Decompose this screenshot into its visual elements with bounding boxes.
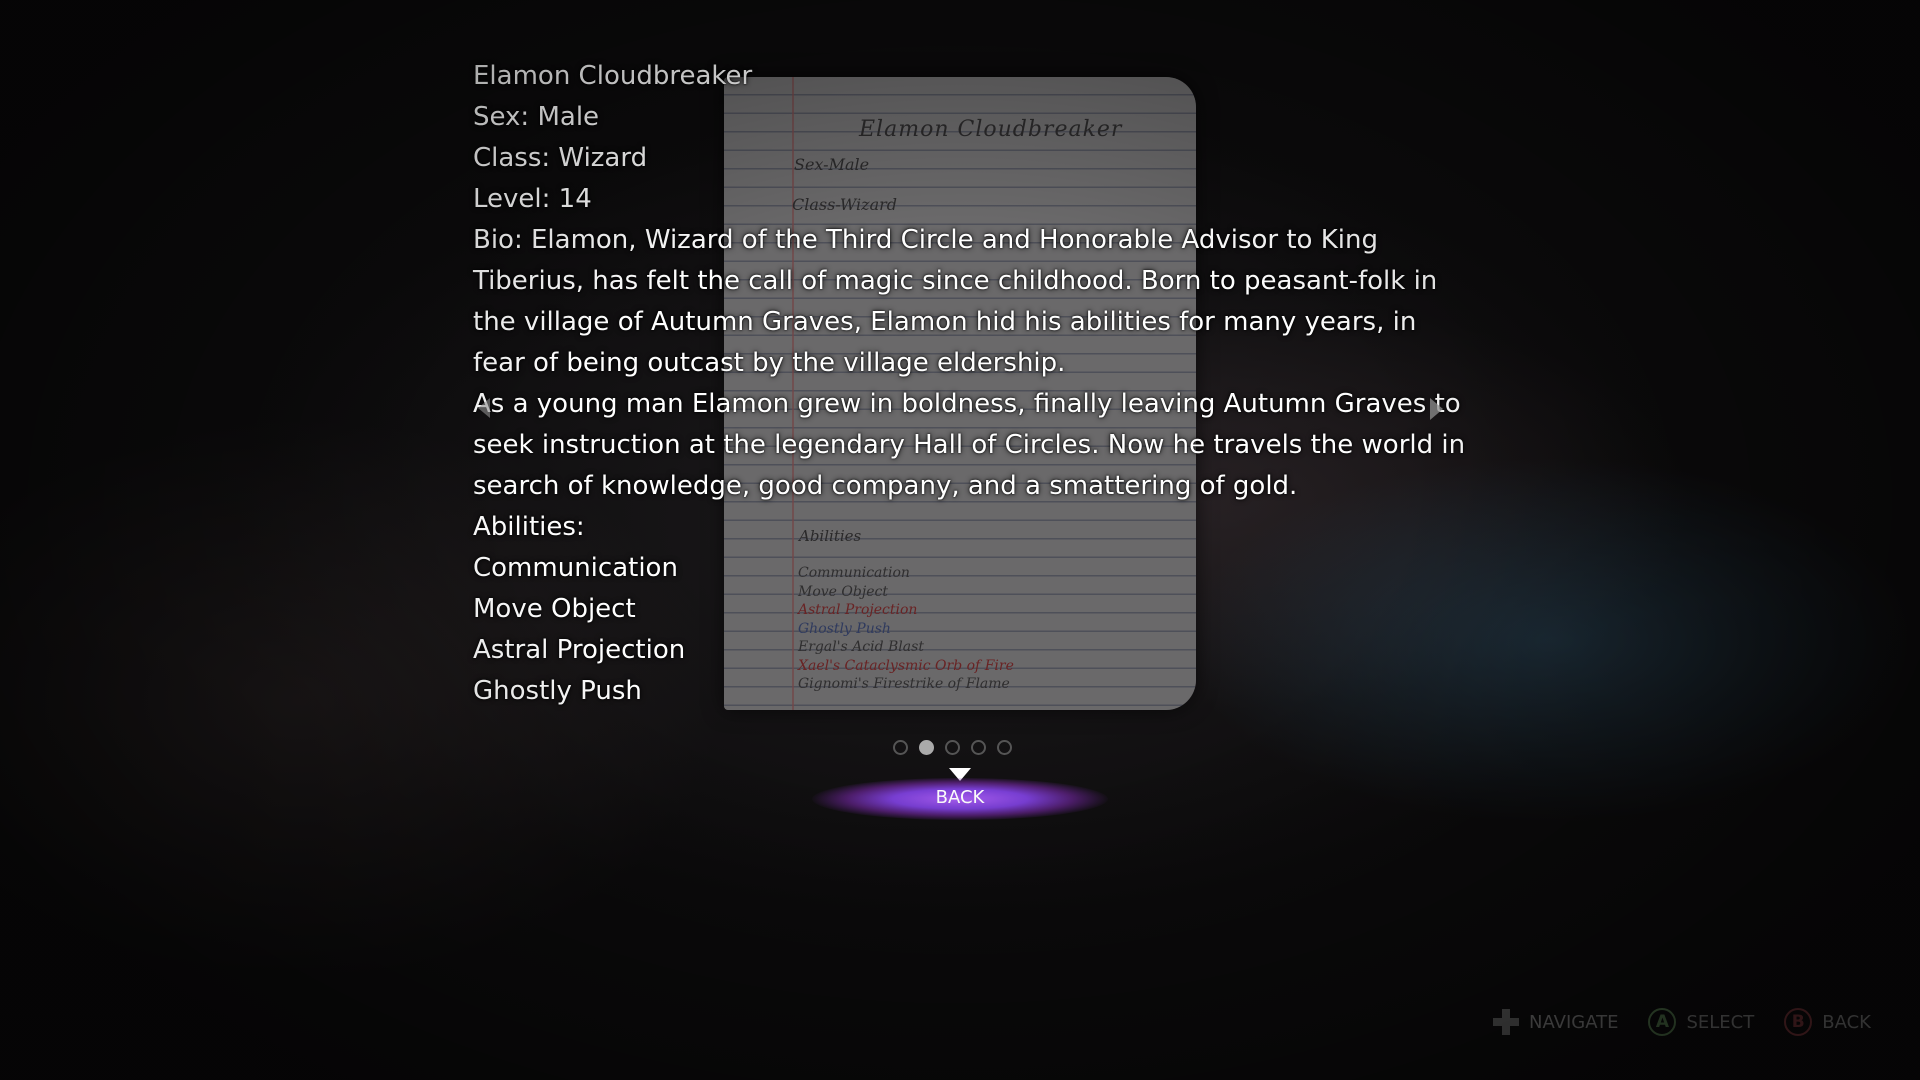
back-button-label: BACK <box>935 787 985 808</box>
character-level: Level: 14 <box>473 184 592 214</box>
chevron-left-icon[interactable] <box>478 398 490 418</box>
ability-item: Communication <box>473 553 678 583</box>
hint-navigate-label: NAVIGATE <box>1529 1011 1619 1033</box>
hint-back: B BACK <box>1784 1008 1871 1036</box>
page-indicator <box>893 740 1012 755</box>
controller-hints: NAVIGATE A SELECT B BACK <box>1493 1008 1871 1036</box>
a-button-icon: A <box>1648 1008 1677 1036</box>
page-dot <box>971 740 986 755</box>
character-name: Elamon Cloudbreaker <box>473 61 753 91</box>
character-bio-paragraph-1: Bio: Elamon, Wizard of the Third Circle … <box>473 225 1438 378</box>
character-class: Class: Wizard <box>473 143 648 173</box>
chevron-right-icon[interactable] <box>1430 398 1443 420</box>
page-dot <box>893 740 908 755</box>
hint-navigate: NAVIGATE <box>1493 1009 1618 1035</box>
page-dot <box>997 740 1012 755</box>
hint-select-label: SELECT <box>1686 1011 1755 1033</box>
hint-select: A SELECT <box>1648 1008 1754 1036</box>
character-info: Elamon Cloudbreaker Sex: Male Class: Wiz… <box>473 56 1473 712</box>
b-button-icon: B <box>1784 1008 1813 1036</box>
page-dot <box>945 740 960 755</box>
ability-item: Astral Projection <box>473 635 686 665</box>
dpad-icon <box>1493 1009 1519 1035</box>
character-sex: Sex: Male <box>473 102 600 132</box>
page-dot <box>919 740 934 755</box>
character-bio-paragraph-2: As a young man Elamon grew in boldness, … <box>473 389 1466 501</box>
abilities-heading: Abilities: <box>473 512 585 542</box>
ability-item: Ghostly Push <box>473 676 642 706</box>
ability-item: Move Object <box>473 594 636 624</box>
hint-back-label: BACK <box>1822 1011 1871 1033</box>
back-button[interactable]: BACK <box>812 778 1108 820</box>
